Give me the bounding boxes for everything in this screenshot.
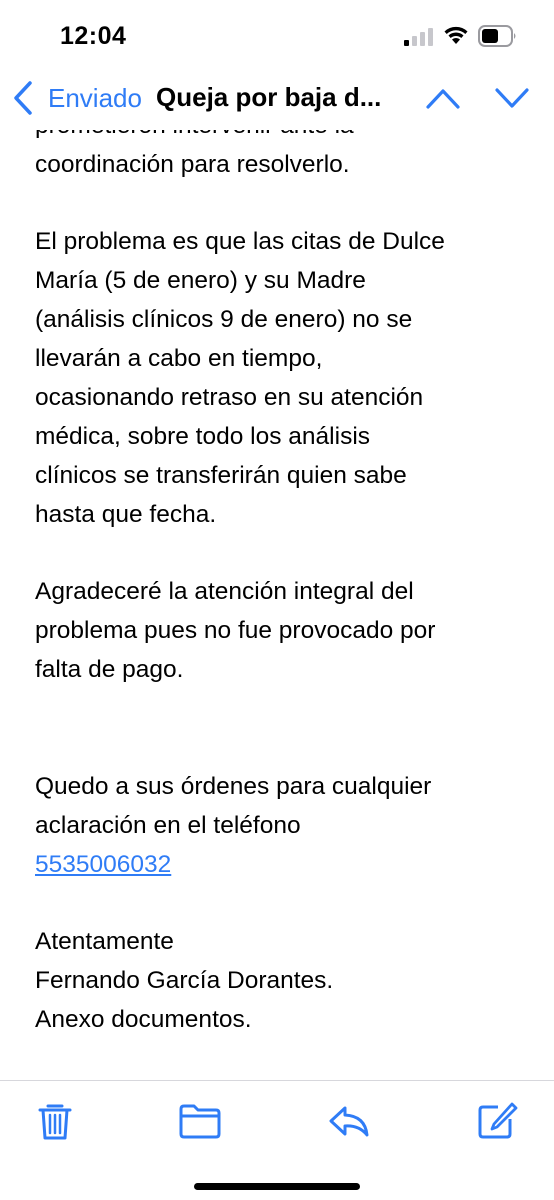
signature-block: Atentamente Fernando García Dorantes. An… [35,928,334,1033]
battery-icon [478,25,516,47]
status-time: 12:04 [60,22,127,50]
home-indicator[interactable] [194,1183,360,1190]
back-chevron-icon[interactable] [10,80,36,116]
paragraph-contact: Quedo a sus órdenes para cualquier aclar… [35,773,432,839]
mail-message-screen: 12:04 Enviado Queja por baja d... coordi… [0,0,554,1200]
folder-icon[interactable] [178,1101,222,1141]
reply-icon[interactable] [327,1101,371,1141]
trash-icon[interactable] [33,1101,77,1141]
nav-bar: Enviado Queja por baja d... [0,72,554,130]
paragraph-problem: El problema es que las citas de Dulce Ma… [35,228,445,528]
previous-message-icon[interactable] [425,86,461,110]
status-bar: 12:04 [0,0,554,72]
next-message-icon[interactable] [494,86,530,110]
message-subject-title: Queja por baja d... [156,82,382,112]
wifi-icon [444,26,468,44]
back-button[interactable]: Enviado [48,83,142,114]
cellular-signal-icon [404,28,433,46]
paragraph-request: Agradeceré la atención integral del prob… [35,578,436,683]
paragraph-1-end: coordinación para resolverlo. [35,151,350,178]
bottom-toolbar [0,1080,554,1200]
email-body: prometieron intervenir ante la coordinac… [35,106,525,1039]
phone-number-link[interactable]: 5535006032 [35,851,171,878]
compose-icon[interactable] [476,1101,520,1141]
